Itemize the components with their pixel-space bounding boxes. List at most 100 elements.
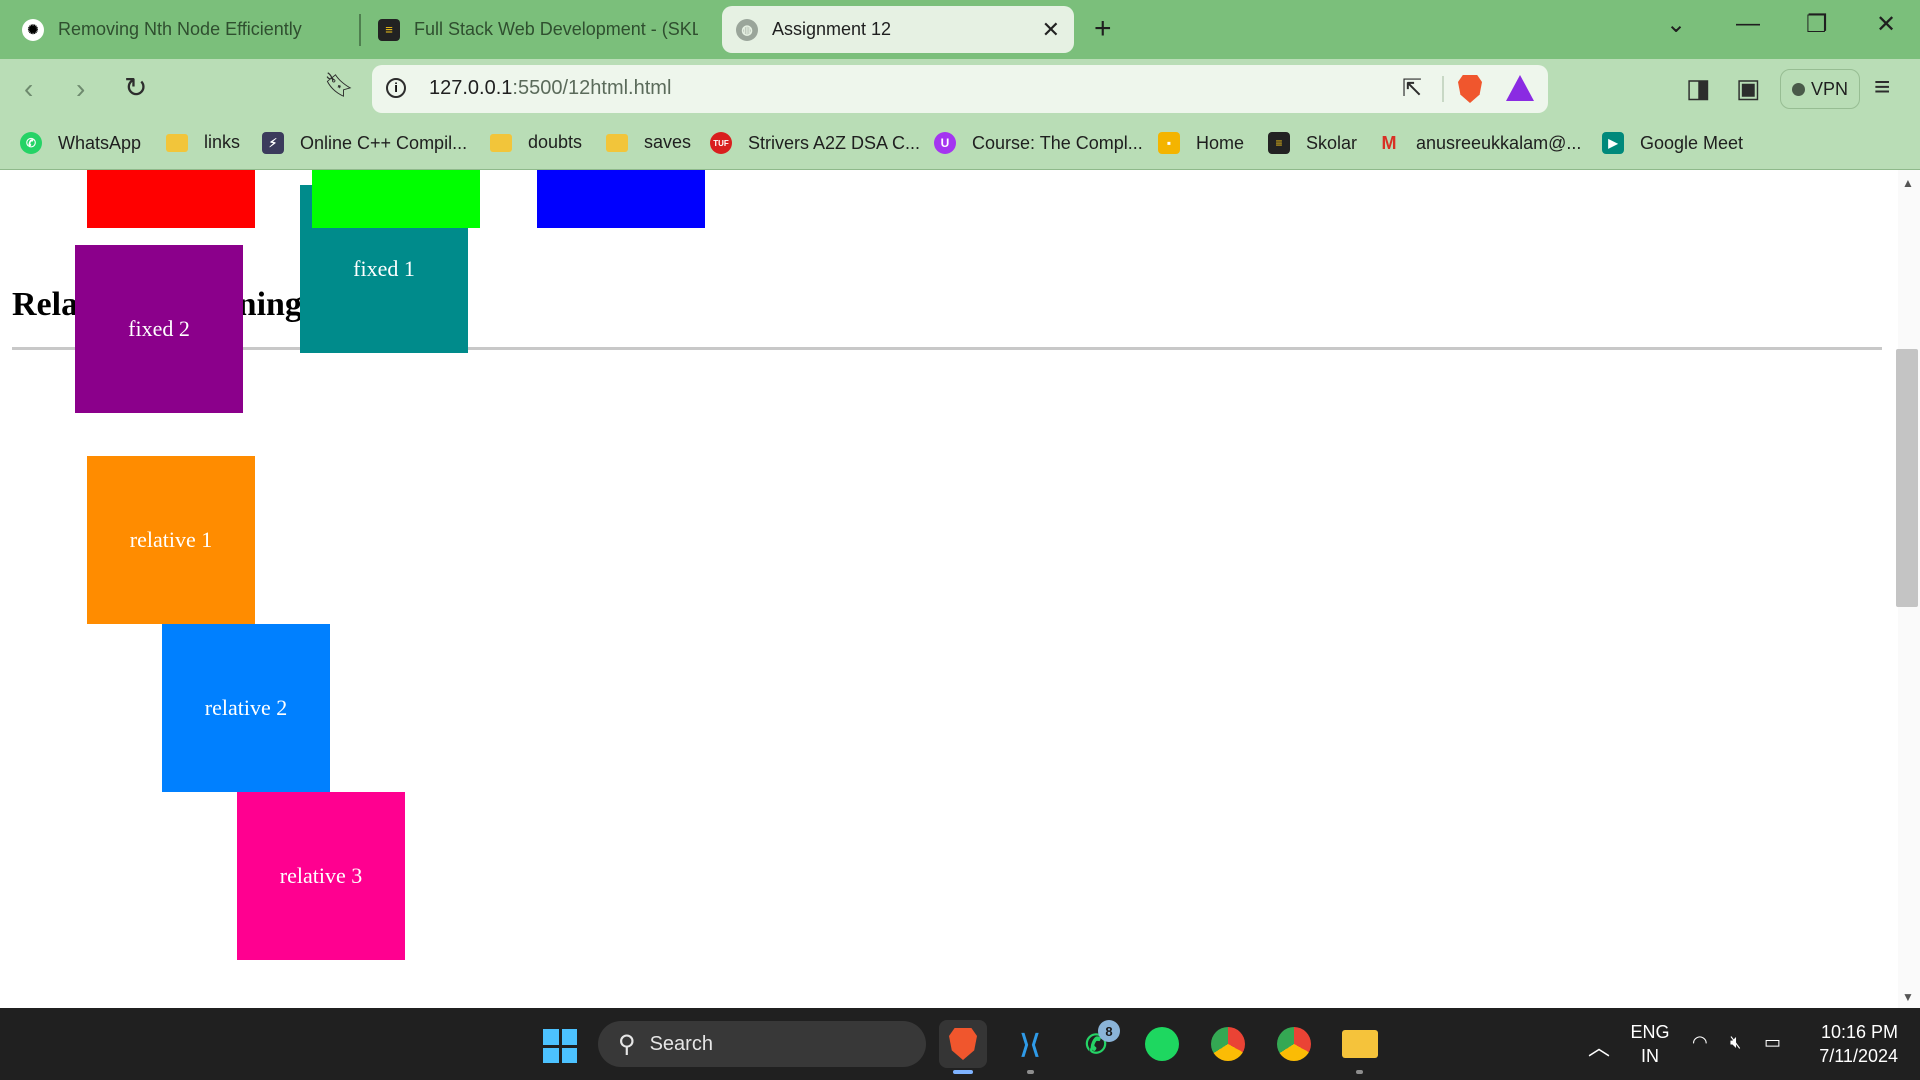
- spotify-app[interactable]: [1138, 1020, 1186, 1068]
- tab-removing-nth-node[interactable]: ✺ Removing Nth Node Efficiently: [8, 6, 358, 53]
- address-bar[interactable]: i 127.0.0.1:5500/12html.html ⇱: [372, 65, 1548, 113]
- omnibox-divider: [1442, 76, 1444, 102]
- running-app-indicator: [1027, 1070, 1034, 1074]
- forward-icon[interactable]: ›: [76, 73, 85, 105]
- fixed-2-label: fixed 2: [128, 316, 190, 341]
- file-explorer-app[interactable]: [1336, 1020, 1384, 1068]
- bookmark-saves[interactable]: saves: [606, 132, 691, 153]
- minimize-icon[interactable]: —: [1736, 10, 1760, 38]
- back-icon[interactable]: ‹: [24, 73, 33, 105]
- bookmark-skolar[interactable]: ≡ Skolar: [1268, 132, 1357, 154]
- bookmark-doubts[interactable]: doubts: [490, 132, 582, 153]
- fixed-2-box: fixed 2: [75, 245, 243, 413]
- chrome-icon: [1211, 1027, 1245, 1061]
- green-box: [312, 170, 480, 228]
- close-window-icon[interactable]: ✕: [1876, 10, 1896, 39]
- chrome-icon: [1277, 1027, 1311, 1061]
- reload-icon[interactable]: ↻: [124, 71, 147, 104]
- tab-strip: ✺ Removing Nth Node Efficiently ≡ Full S…: [0, 0, 1920, 59]
- bookmark-google-meet[interactable]: ▶︎ Google Meet: [1602, 132, 1743, 154]
- wifi-icon[interactable]: ◠: [1692, 1032, 1708, 1053]
- vpn-label: VPN: [1810, 78, 1848, 99]
- tab-assignment-12[interactable]: ◍ Assignment 12 ✕: [722, 6, 1074, 53]
- relative-1-box: relative 1: [87, 456, 255, 624]
- taskbar-search-box[interactable]: ⚲ Search: [598, 1021, 926, 1067]
- scrollbar-thumb[interactable]: [1896, 349, 1918, 607]
- active-app-indicator: [953, 1070, 973, 1074]
- whatsapp-badge: 8: [1098, 1020, 1120, 1042]
- menu-icon[interactable]: ≡: [1874, 71, 1890, 103]
- navigation-toolbar: ‹ › ↻ 🔖︎ i 127.0.0.1:5500/12html.html ⇱ …: [0, 59, 1920, 121]
- vscode-app[interactable]: ⟩⟨: [1006, 1020, 1054, 1068]
- language-indicator[interactable]: ENG IN: [1630, 1020, 1670, 1068]
- windows-taskbar: ⚲ Search ⟩⟨ ✆ 8 ︿ ENG IN ◠ 🔇︎ ▭ 10:16 PM…: [0, 1008, 1920, 1080]
- blue-box: [537, 170, 705, 228]
- bookmark-strivers[interactable]: TUF Strivers A2Z DSA C...: [710, 132, 920, 154]
- chrome-app-2[interactable]: [1270, 1020, 1318, 1068]
- fixed-1-label: fixed 1: [353, 256, 415, 281]
- battery-charging-icon[interactable]: ▭: [1764, 1032, 1781, 1053]
- scroll-down-arrow-icon[interactable]: ▼: [1902, 990, 1914, 1004]
- bookmark-label: Strivers A2Z DSA C...: [748, 132, 921, 153]
- search-icon: ⚲: [618, 1030, 636, 1058]
- screen: ✺ Removing Nth Node Efficiently ≡ Full S…: [0, 0, 1920, 1080]
- url-host: 127.0.0.1: [429, 77, 513, 99]
- sidebar-icon[interactable]: ◨: [1686, 73, 1711, 104]
- running-app-indicator: [1356, 1070, 1363, 1074]
- bookmark-label: Home: [1196, 132, 1245, 153]
- globe-icon: ◍: [736, 18, 758, 41]
- close-tab-icon[interactable]: ✕: [1042, 17, 1060, 43]
- search-label: Search: [649, 1032, 713, 1055]
- bookmark-label: Course: The Compl...: [972, 132, 1143, 153]
- brave-shields-icon[interactable]: [1458, 75, 1482, 103]
- relative-3-label: relative 3: [279, 863, 363, 888]
- tab-search-chevron-icon[interactable]: ⌄: [1666, 10, 1686, 39]
- red-box: [87, 170, 255, 228]
- tab-title: Full Stack Web Development - (SKLR: [414, 19, 698, 39]
- bookmark-gmail[interactable]: M anusreeukkalam@...: [1378, 132, 1582, 154]
- vpn-button[interactable]: VPN: [1780, 69, 1860, 109]
- language-code: ENG: [1630, 1022, 1670, 1042]
- clock[interactable]: 10:16 PM 7/11/2024: [1808, 1020, 1898, 1068]
- vpn-status-icon: [1791, 82, 1805, 96]
- relative-3-box: relative 3: [237, 792, 405, 960]
- bolt-icon: ⚡︎: [262, 132, 284, 154]
- restore-icon[interactable]: ❐: [1806, 10, 1828, 39]
- url-text[interactable]: 127.0.0.1:5500/12html.html: [429, 77, 671, 100]
- brave-rewards-icon[interactable]: [1506, 75, 1534, 101]
- bookmark-label: links: [204, 132, 241, 152]
- tab-full-stack[interactable]: ≡ Full Stack Web Development - (SKLR: [364, 6, 712, 53]
- skolar-icon: ≡: [378, 18, 400, 41]
- tab-title: Removing Nth Node Efficiently: [58, 19, 302, 39]
- bookmark-links[interactable]: links: [166, 132, 240, 153]
- region-code: IN: [1641, 1046, 1659, 1066]
- bookmark-label: anusreeukkalam@...: [1416, 132, 1582, 153]
- tab-title: Assignment 12: [772, 19, 892, 39]
- chrome-app-1[interactable]: [1204, 1020, 1252, 1068]
- share-icon[interactable]: ⇱: [1402, 74, 1422, 103]
- show-hidden-icons-chevron-icon[interactable]: ︿: [1588, 1030, 1610, 1062]
- bookmark-icon[interactable]: 🔖︎: [324, 71, 354, 100]
- bookmark-online-compiler[interactable]: ⚡︎ Online C++ Compil...: [262, 132, 467, 154]
- brave-browser-app[interactable]: [939, 1020, 987, 1068]
- volume-muted-icon[interactable]: 🔇︎: [1730, 1032, 1741, 1053]
- bookmark-home[interactable]: ▪ Home: [1158, 132, 1244, 154]
- site-info-icon[interactable]: i: [386, 78, 406, 98]
- horizontal-rule: [12, 347, 1882, 350]
- relative-1-label: relative 1: [129, 527, 213, 552]
- classroom-icon: ▪: [1158, 132, 1180, 154]
- udemy-icon: U: [934, 132, 956, 154]
- scroll-up-arrow-icon[interactable]: ▲: [1902, 176, 1914, 190]
- skolar-icon: ≡: [1268, 132, 1290, 154]
- new-tab-button[interactable]: +: [1094, 12, 1112, 46]
- bookmark-label: saves: [644, 132, 692, 152]
- bookmark-label: doubts: [528, 132, 583, 152]
- bookmark-udemy-course[interactable]: U Course: The Compl...: [934, 132, 1143, 154]
- bookmark-whatsapp[interactable]: ✆ WhatsApp: [20, 132, 141, 154]
- bookmark-label: WhatsApp: [58, 132, 142, 153]
- url-path: :5500/12html.html: [512, 77, 672, 99]
- folder-icon: [1342, 1030, 1378, 1058]
- windows-start-icon[interactable]: [543, 1029, 577, 1063]
- wallet-icon[interactable]: ▣: [1736, 73, 1761, 104]
- chatgpt-icon: ✺: [22, 18, 44, 41]
